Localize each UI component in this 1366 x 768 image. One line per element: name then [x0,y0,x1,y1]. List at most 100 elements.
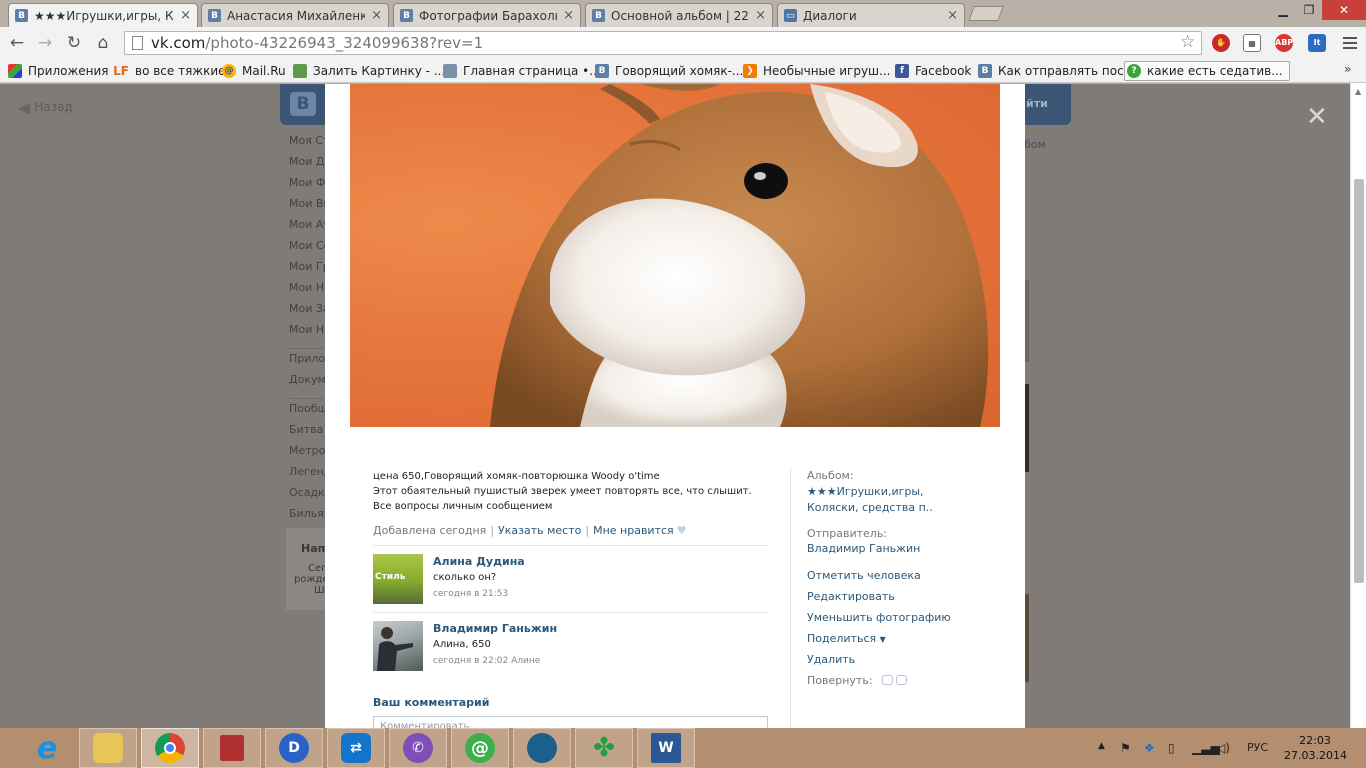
tab-dialogs[interactable]: ▭ Диалоги × [777,3,965,27]
hamster-image [490,84,989,427]
taskbar-save-app[interactable] [203,728,261,768]
vk-icon: B [400,9,413,22]
bookmark-how-to-send[interactable]: B Как отправлять пос... [978,62,1135,80]
taskbar-explorer[interactable] [79,728,137,768]
more-bookmarks-icon[interactable]: » [1344,62,1351,76]
bookmark-upload-image[interactable]: Залить Картинку - ... [293,62,445,80]
dropbox-icon[interactable]: ❖ [1144,741,1155,755]
close-tab-icon[interactable]: × [755,8,766,23]
rotate-right-icon[interactable] [896,675,908,685]
taskbar-media[interactable] [513,728,571,768]
taskbar-word[interactable]: W [637,728,695,768]
new-tab-button[interactable] [968,6,1004,21]
scroll-up-icon[interactable]: ▲ [1355,87,1361,96]
tab-toys[interactable]: B ★★★Игрушки,игры, Ко × [8,3,198,27]
box-text: Сег [308,563,327,574]
minimize-button[interactable]: ▁ [1270,0,1296,20]
vk-icon: B [15,9,28,22]
set-place-link[interactable]: Указать место [498,524,581,537]
rotate-left-icon[interactable] [882,675,894,685]
bookmark-main-page[interactable]: Главная страница •... [443,62,601,80]
heart-icon[interactable]: ♥ [677,524,687,537]
arrow-icon: ❯ [743,64,757,78]
person-silhouette [377,627,413,671]
vk-logo-icon[interactable]: В [290,92,316,116]
close-viewer-icon[interactable]: ✕ [1306,102,1328,132]
bookmark-star-icon[interactable]: ☆ [1180,32,1195,52]
tab-anastasia[interactable]: B Анастасия Михайленко × [201,3,389,27]
comment-author[interactable]: Алина Дудина [433,555,525,568]
reload-icon[interactable]: ↻ [64,33,84,53]
language-indicator[interactable]: РУС [1247,741,1268,754]
sender-label: Отправитель: [807,527,888,540]
adblock-stop-icon[interactable]: ✋ [1212,34,1230,52]
taskbar-chrome[interactable] [141,728,199,768]
album-link[interactable]: ★★★Игрушки,игры, Коляски, средства п.. [807,484,977,516]
teamviewer-icon: ⇄ [341,733,371,763]
avatar[interactable]: Стиль [373,554,423,604]
tab-title: Анастасия Михайленко [227,8,366,23]
bookmark-talking-hamster[interactable]: B Говорящий хомяк-... [595,62,743,80]
close-tab-icon[interactable]: × [947,8,958,23]
scroll-thumb[interactable] [1354,179,1364,583]
it-extension-icon[interactable]: It [1308,34,1326,52]
vk-icon: B [592,9,605,22]
divider [373,612,768,613]
bookmark-facebook[interactable]: f Facebook [895,62,971,80]
bookmark-sedatives[interactable]: ? какие есть седатив... [1124,61,1290,81]
taskbar-d-app[interactable]: D [265,728,323,768]
calendar-icon[interactable]: ▦ [1243,34,1261,52]
clock[interactable]: 22:03 27.03.2014 [1284,733,1347,763]
bookmark-apps[interactable]: Приложения [8,62,109,80]
album-tab[interactable]: бом [1024,138,1046,151]
like-link[interactable]: Мне нравится [593,524,674,537]
upload-icon [293,64,307,78]
forward-icon[interactable]: → [35,33,55,53]
shrink-photo-link[interactable]: Уменьшить фотографию [807,611,951,624]
sender-link[interactable]: Владимир Ганьжин [807,542,920,555]
hamster-photo[interactable] [350,84,1000,427]
comment-item: Стиль Алина Дудина сколько он? сегодня в… [373,554,768,606]
edit-link[interactable]: Редактировать [807,590,895,603]
address-bar[interactable]: vk.com/photo-43226943_324099638?rev=1 [124,31,1202,55]
close-tab-icon[interactable]: × [563,8,574,23]
abp-icon[interactable]: ABP [1275,34,1293,52]
taskbar-teamviewer[interactable]: ⇄ [327,728,385,768]
maximize-button[interactable]: ❐ [1296,0,1322,20]
share-link[interactable]: Поделиться ▼ [807,632,886,645]
volume-icon[interactable]: ◁) [1216,741,1230,755]
d-app-icon: D [279,733,309,763]
comment-time[interactable]: сегодня в 22:02 Алине [433,656,540,666]
flag-icon[interactable]: ⚑ [1120,741,1131,755]
page-scrollbar[interactable]: ▲ [1350,83,1366,728]
lf-icon: LF [113,64,129,78]
bookmark-breaking-bad[interactable]: LF во все тяжкие [113,62,225,80]
url-host: vk.com [151,34,206,52]
bookmark-mailru[interactable]: @ Mail.Ru [222,62,286,80]
taskbar-viber[interactable]: ✆ [389,728,447,768]
mail-agent-icon: @ [465,733,495,763]
back-link[interactable]: ◀ Назад [18,98,73,117]
logout-link[interactable]: йти [1026,97,1048,110]
tag-person-link[interactable]: Отметить человека [807,569,921,582]
comment-time[interactable]: сегодня в 21:53 [433,589,508,599]
tab-photos-baraholka[interactable]: B Фотографии Барахолка г × [393,3,581,27]
home-icon[interactable]: ⌂ [93,33,113,53]
power-icon[interactable]: ▯ [1168,741,1175,755]
close-tab-icon[interactable]: × [371,8,382,23]
taskbar-clover[interactable]: ✤ [575,728,633,768]
avatar[interactable] [373,621,423,671]
taskbar-ie[interactable]: e [18,728,76,768]
close-window-button[interactable]: ✕ [1322,0,1366,20]
comment-input[interactable]: Комментировать... [373,716,768,728]
back-icon[interactable]: ← [7,33,27,53]
chrome-menu-icon[interactable] [1343,34,1357,50]
tab-main-album[interactable]: B Основной альбом | 229 ф × [585,3,773,27]
delete-link[interactable]: Удалить [807,653,855,666]
comment-author[interactable]: Владимир Ганьжин [433,622,557,635]
taskbar-mail-agent[interactable]: @ [451,728,509,768]
tray-chevron-icon[interactable]: ▲ [1098,741,1105,751]
close-tab-icon[interactable]: × [180,8,191,23]
bookmark-unusual-toys[interactable]: ❯ Необычные игруш... [743,62,890,80]
box-title: Нап [301,542,326,555]
